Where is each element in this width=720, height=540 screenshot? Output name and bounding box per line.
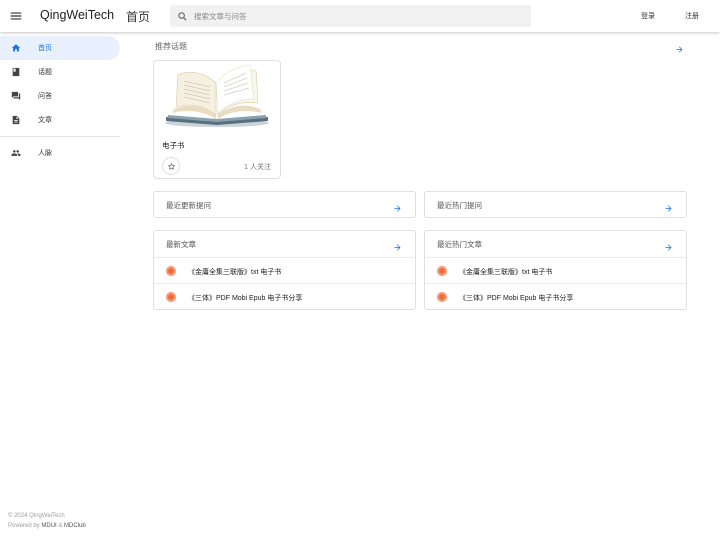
sidebar: 首页 话题 问答 文章 人脉 xyxy=(0,32,120,540)
article-title: 《三体》PDF Mobi Epub 电子书分享 xyxy=(188,295,303,302)
list-item[interactable]: 《金庸全集三联版》txt 电子书 xyxy=(425,257,686,283)
arrow-forward-icon xyxy=(393,239,403,251)
home-icon xyxy=(10,42,22,54)
avatar xyxy=(437,266,447,276)
list-item[interactable]: 《金庸全集三联版》txt 电子书 xyxy=(154,257,415,283)
card-title: 最新文章 xyxy=(166,240,196,249)
hot-articles-card: 最近热门文章 《金庸全集三联版》txt 电子书 《三体》PDF Mobi Epu… xyxy=(424,230,687,310)
article-title: 《金庸全集三联版》txt 电子书 xyxy=(188,269,282,276)
arrow-forward-icon xyxy=(664,239,674,251)
avatar xyxy=(437,292,447,302)
list-item[interactable]: 《三体》PDF Mobi Epub 电子书分享 xyxy=(154,283,415,309)
hot-articles-header[interactable]: 最近热门文章 xyxy=(425,231,686,257)
recent-questions-card: 最近更新提问 xyxy=(153,191,416,218)
login-button[interactable]: 登录 xyxy=(641,11,655,21)
arrow-forward-icon xyxy=(664,200,674,212)
hot-questions-card: 最近热门提问 xyxy=(424,191,687,218)
arrow-forward-icon xyxy=(393,200,403,212)
sidebar-item-label: 首页 xyxy=(38,45,52,52)
powered-by-text: Powered by MDUI & MDClub xyxy=(8,521,86,531)
powered-prefix: Powered by xyxy=(8,523,42,529)
people-icon xyxy=(10,147,22,159)
list-item[interactable]: 《三体》PDF Mobi Epub 电子书分享 xyxy=(425,283,686,309)
topic-card[interactable]: 电子书 1 人关注 xyxy=(153,60,281,179)
open-book-illustration xyxy=(154,61,280,131)
powered-amp: & xyxy=(56,523,65,529)
latest-articles-header[interactable]: 最新文章 xyxy=(154,231,415,257)
sidebar-item-label: 人脉 xyxy=(38,150,52,157)
menu-icon[interactable] xyxy=(6,6,26,26)
top-app-bar: QingWeiTech 首页 登录 注册 xyxy=(0,0,720,32)
article-title: 《金庸全集三联版》txt 电子书 xyxy=(459,269,553,276)
card-title: 最近热门提问 xyxy=(437,201,482,210)
follow-count: 1 人关注 xyxy=(244,164,271,171)
page-title: 首页 xyxy=(126,10,151,24)
register-button[interactable]: 注册 xyxy=(685,11,699,21)
hot-questions-header[interactable]: 最近热门提问 xyxy=(425,192,686,218)
mdui-link[interactable]: MDUI xyxy=(41,523,56,529)
search-bar[interactable] xyxy=(170,5,531,27)
footer: © 2024 QingWeiTech Powered by MDUI & MDC… xyxy=(8,511,86,531)
sidebar-divider xyxy=(0,136,120,137)
mdclub-link[interactable]: MDClub xyxy=(64,523,86,529)
topic-name: 电子书 xyxy=(162,141,185,150)
arrow-forward-icon[interactable] xyxy=(675,41,685,53)
card-title: 最近更新提问 xyxy=(166,201,211,210)
sidebar-item-label: 问答 xyxy=(38,93,52,100)
avatar xyxy=(166,266,176,276)
recent-questions-header[interactable]: 最近更新提问 xyxy=(154,192,415,218)
card-title: 最近热门文章 xyxy=(437,240,482,249)
article-icon xyxy=(10,114,22,126)
sidebar-item-people[interactable]: 人脉 xyxy=(0,141,120,165)
sidebar-item-label: 文章 xyxy=(38,117,52,124)
article-title: 《三体》PDF Mobi Epub 电子书分享 xyxy=(459,295,574,302)
recommended-topics-title: 推荐话题 xyxy=(155,42,187,51)
book-icon xyxy=(10,66,22,78)
avatar xyxy=(166,292,176,302)
forum-icon xyxy=(10,90,22,102)
sidebar-item-home[interactable]: 首页 xyxy=(0,36,120,60)
search-icon xyxy=(178,11,187,21)
sidebar-item-topics[interactable]: 话题 xyxy=(0,60,120,84)
search-input[interactable] xyxy=(194,11,514,21)
sidebar-item-label: 话题 xyxy=(38,69,52,76)
star-icon[interactable] xyxy=(162,157,180,175)
brand-title[interactable]: QingWeiTech xyxy=(40,8,114,22)
latest-articles-card: 最新文章 《金庸全集三联版》txt 电子书 《三体》PDF Mobi Epub … xyxy=(153,230,416,310)
sidebar-item-questions[interactable]: 问答 xyxy=(0,84,120,108)
sidebar-item-articles[interactable]: 文章 xyxy=(0,108,120,132)
copyright-text: © 2024 QingWeiTech xyxy=(8,513,65,519)
